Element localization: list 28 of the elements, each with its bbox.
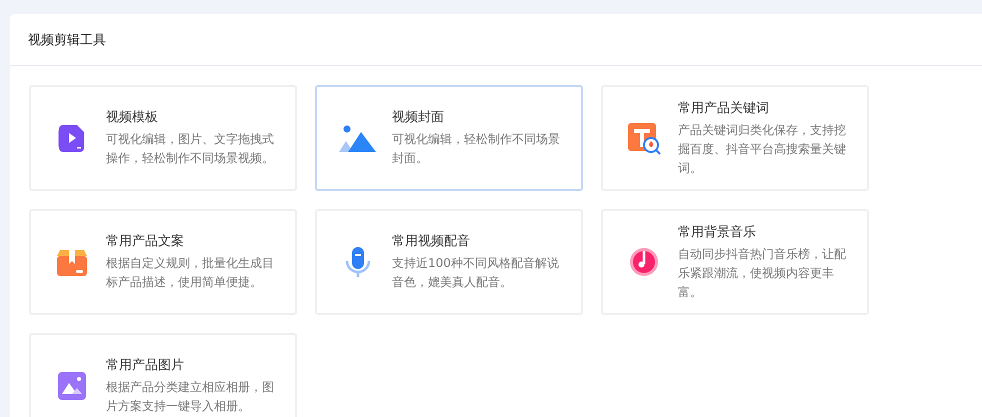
tool-title: 常用产品关键词 <box>678 100 770 116</box>
tool-card[interactable]: 视频模板 可视化编辑，图片、文字拖拽式操作，轻松制作不同场景视频。 <box>29 85 297 191</box>
tool-title: 常用背景音乐 <box>678 224 757 240</box>
mountain-image-icon <box>338 123 376 153</box>
tool-description: 根据产品分类建立相应相册，图片方案支持一键导入相册。 <box>106 379 275 415</box>
tool-title: 常用视频配音 <box>392 233 471 250</box>
tool-card[interactable]: 视频封面 可视化编辑，轻松制作不同场景封面。 <box>315 85 583 191</box>
tool-description: 根据自定义规则，批量化生成目标产品描述，使用简单便捷。 <box>106 255 275 291</box>
tool-card[interactable]: 常用产品文案 根据自定义规则，批量化生成目标产品描述，使用简单便捷。 <box>29 209 297 315</box>
tool-description: 自动同步抖音热门音乐榜，让配乐紧跟潮流，使视频内容更丰富。 <box>678 246 847 300</box>
tool-description: 可视化编辑，图片、文字拖拽式操作，轻松制作不同场景视频。 <box>106 131 275 167</box>
tool-card[interactable]: 常用产品关键词 产品关键词归类化保存，支持挖掘百度、抖音平台高搜索量关键词。 <box>601 85 869 191</box>
panel-title: 视频剪辑工具 <box>28 32 106 48</box>
tool-description: 产品关键词归类化保存，支持挖掘百度、抖音平台高搜索量关键词。 <box>678 122 847 176</box>
video-file-icon <box>56 123 86 153</box>
microphone-icon <box>344 246 370 278</box>
tool-title: 常用产品文案 <box>106 233 185 250</box>
tool-title: 常用产品图片 <box>106 357 185 374</box>
text-search-icon <box>626 121 660 155</box>
tool-card[interactable]: 常用背景音乐 自动同步抖音热门音乐榜，让配乐紧跟潮流，使视频内容更丰富。 <box>601 209 869 315</box>
tool-description: 支持近100种不同风格配音解说音色，媲美真人配音。 <box>392 255 560 291</box>
tool-description: 可视化编辑，轻松制作不同场景封面。 <box>392 131 561 167</box>
image-icon <box>56 371 86 401</box>
tool-card[interactable]: 常用视频配音 支持近100种不同风格配音解说音色，媲美真人配音。 <box>315 209 583 315</box>
tool-card[interactable]: 常用产品图片 根据产品分类建立相应相册，图片方案支持一键导入相册。 <box>29 333 297 417</box>
tool-title: 视频模板 <box>106 109 159 126</box>
tool-title: 视频封面 <box>392 109 445 126</box>
music-note-icon <box>628 247 658 277</box>
